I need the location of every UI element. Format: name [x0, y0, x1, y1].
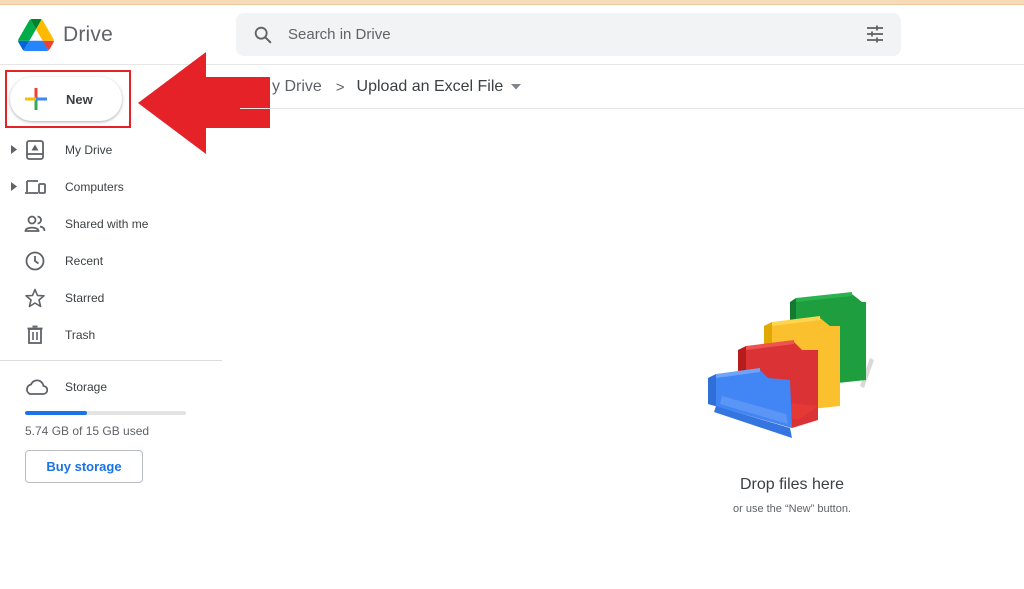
sidebar-item-my-drive[interactable]: My Drive [0, 131, 222, 168]
sidebar-item-label: Shared with me [65, 216, 149, 231]
sidebar-item-recent[interactable]: Recent [0, 242, 222, 279]
search-options-icon[interactable] [865, 24, 885, 44]
sidebar-divider [0, 360, 222, 361]
storage-usage-text: 5.74 GB of 15 GB used [25, 424, 150, 438]
sidebar-item-label: Starred [65, 290, 105, 305]
new-button[interactable]: New [10, 77, 122, 121]
plus-icon [25, 88, 47, 110]
breadcrumb-my-drive[interactable]: y Drive [272, 78, 322, 96]
computers-icon [25, 180, 46, 194]
expand-caret-icon[interactable] [11, 182, 17, 191]
storage-usage-fill [25, 411, 87, 415]
star-icon [25, 288, 45, 308]
sidebar-nav: My Drive Computers Shared with me Recent… [0, 131, 222, 353]
sidebar-item-computers[interactable]: Computers [0, 168, 222, 205]
sidebar-item-shared-with-me[interactable]: Shared with me [0, 205, 222, 242]
sidebar-item-starred[interactable]: Starred [0, 279, 222, 316]
shared-icon [24, 215, 46, 232]
breadcrumb-current-folder[interactable]: Upload an Excel File [357, 78, 504, 96]
drop-files-subtitle: or use the “New” button. [732, 503, 851, 515]
search-icon[interactable] [252, 24, 274, 46]
drop-files-title: Drop files here [739, 476, 845, 493]
sidebar-item-trash[interactable]: Trash [0, 316, 222, 353]
sidebar-item-label: My Drive [65, 142, 113, 157]
sidebar-item-label: Trash [65, 327, 96, 342]
trash-icon [27, 325, 43, 344]
app-name: Drive [63, 23, 114, 46]
drop-zone-folders-illustration [708, 292, 874, 438]
sidebar-item-label: Computers [65, 179, 124, 194]
drive-logo[interactable]: Drive [18, 19, 113, 51]
search-input[interactable] [288, 13, 848, 56]
buy-storage-button[interactable]: Buy storage [25, 450, 143, 483]
cloud-icon [26, 379, 48, 395]
clock-icon [25, 251, 45, 271]
breadcrumb-separator: > [335, 78, 345, 96]
search-bar[interactable] [236, 13, 901, 56]
storage-label: Storage [65, 380, 108, 394]
drive-logo-icon [18, 19, 54, 51]
content-divider [240, 108, 1024, 109]
storage-usage-bar [25, 411, 186, 415]
sidebar-item-storage[interactable]: Storage [0, 372, 222, 402]
new-button-label: New [66, 91, 93, 107]
expand-caret-icon[interactable] [11, 145, 17, 154]
my-drive-icon [26, 140, 44, 160]
folder-menu-caret-icon[interactable] [511, 84, 522, 90]
breadcrumb: y Drive > Upload an Excel File [272, 76, 522, 98]
sidebar-item-label: Recent [65, 253, 104, 268]
